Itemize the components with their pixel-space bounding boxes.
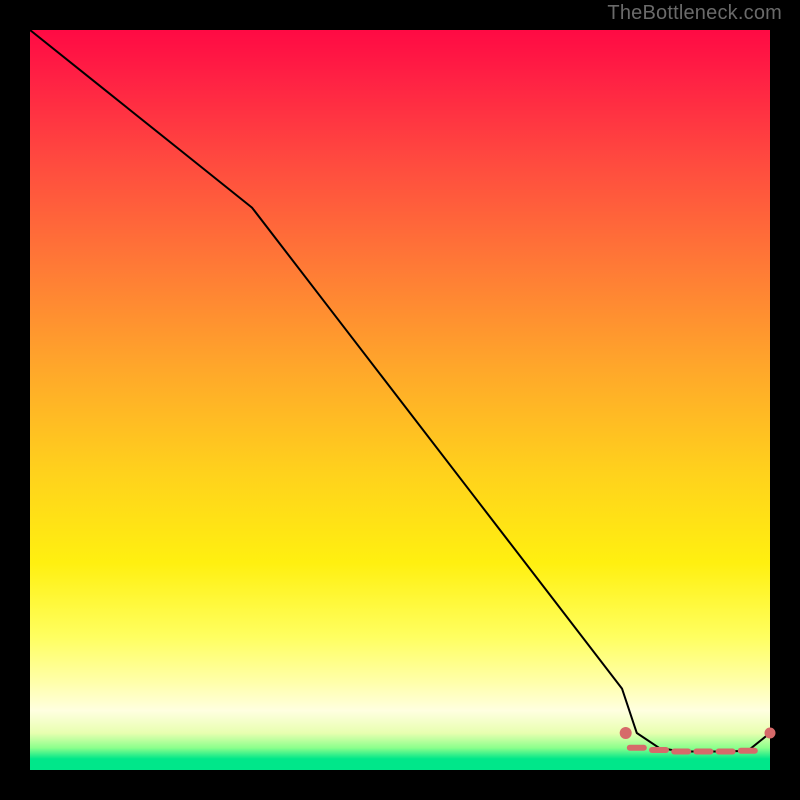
marker-end-dot (765, 728, 775, 738)
marker-start-dot (620, 728, 631, 739)
watermark-text: TheBottleneck.com (607, 2, 782, 25)
marker-group (620, 728, 775, 752)
bottleneck-curve (30, 30, 770, 752)
chart-overlay (30, 30, 770, 770)
chart-stage: TheBottleneck.com (0, 0, 800, 800)
